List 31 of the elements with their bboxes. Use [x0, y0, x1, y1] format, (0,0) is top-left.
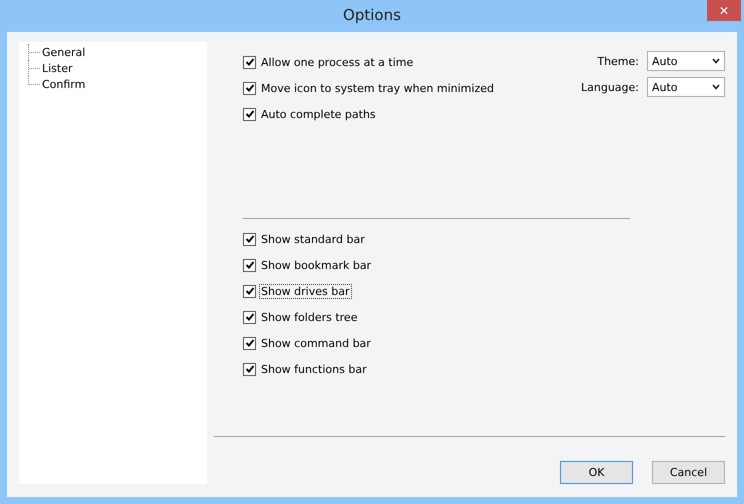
checkbox[interactable] — [243, 258, 256, 272]
checkbox-label: Show drives bar — [259, 284, 352, 298]
checkbox-label: Show functions bar — [260, 362, 368, 376]
cancel-button[interactable]: Cancel — [652, 461, 725, 484]
checkbox[interactable] — [243, 336, 256, 350]
checkbox[interactable] — [243, 82, 256, 94]
select-label: Language: — [581, 80, 639, 94]
checkbox-label: Auto complete paths — [260, 106, 377, 122]
close-button[interactable]: ✕ — [707, 0, 741, 21]
checkbox[interactable] — [243, 232, 256, 246]
checkbox-label: Show standard bar — [260, 232, 366, 246]
checkbox[interactable] — [243, 284, 256, 298]
checkbox-label: Show bookmark bar — [260, 258, 372, 272]
ok-button[interactable]: OK — [560, 461, 633, 484]
checkbox[interactable] — [243, 56, 256, 68]
checkbox-label: Move icon to system tray when minimized — [260, 80, 495, 96]
checkbox[interactable] — [243, 310, 256, 324]
window-title: Options — [343, 6, 401, 24]
dropdown[interactable]: Auto — [647, 77, 725, 97]
tree-item[interactable]: Lister — [42, 62, 73, 74]
select-label: Theme: — [597, 54, 639, 68]
tree-item[interactable]: Confirm — [42, 78, 86, 90]
caret-icon — [712, 84, 720, 90]
checkbox-label: Show folders tree — [260, 310, 358, 324]
checkbox[interactable] — [243, 362, 256, 376]
caret-icon — [712, 58, 720, 64]
checkbox-label: Allow one process at a time — [260, 54, 414, 70]
tree-item[interactable]: General — [42, 46, 86, 58]
dropdown[interactable]: Auto — [647, 51, 725, 71]
checkbox-label: Show command bar — [260, 336, 372, 350]
checkbox[interactable] — [243, 108, 256, 120]
